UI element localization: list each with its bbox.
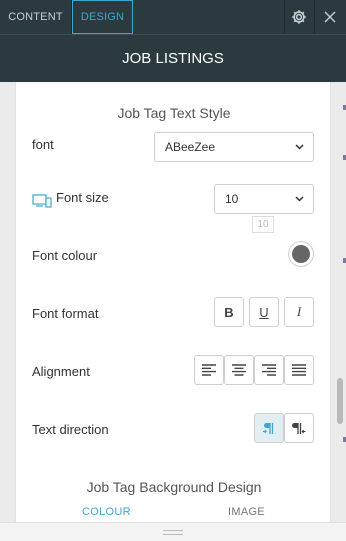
section-title-background: Job Tag Background Design [86, 479, 262, 495]
align-center-button[interactable] [224, 355, 254, 385]
panel-title: JOB LISTINGS [0, 34, 346, 82]
align-center-icon [232, 364, 246, 376]
resize-handle[interactable] [0, 522, 346, 541]
ltr-icon [263, 422, 274, 434]
top-bar: CONTENT DESIGN [0, 0, 346, 34]
grip-icon [163, 529, 183, 535]
alignment-group [194, 355, 314, 385]
font-size-select[interactable]: 10 [214, 184, 314, 214]
subtab-colour[interactable]: COLOUR [82, 506, 131, 518]
scrollbar-thumb[interactable] [337, 378, 343, 424]
bold-icon: B [224, 304, 234, 320]
colour-dot [292, 245, 310, 263]
settings-button[interactable] [284, 0, 314, 34]
font-format-label: Font format [32, 306, 99, 321]
align-right-icon [262, 364, 276, 376]
bold-button[interactable]: B [214, 297, 244, 327]
font-size-tooltip: 10 [252, 216, 274, 233]
gear-icon [292, 10, 306, 24]
font-select-value: ABeeZee [165, 140, 216, 154]
close-button[interactable] [315, 0, 345, 34]
font-size-value: 10 [225, 192, 239, 206]
chevron-down-icon [295, 133, 304, 161]
section-title-text-style: Job Tag Text Style [117, 105, 231, 121]
rtl-button[interactable] [284, 413, 314, 443]
font-colour-label: Font colour [32, 248, 98, 263]
settings-card: Job Tag Text Style font ABeeZee Font siz… [15, 82, 331, 522]
font-label: font [32, 137, 54, 152]
align-justify-button[interactable] [284, 355, 314, 385]
tab-design[interactable]: DESIGN [72, 0, 133, 34]
alignment-label: Alignment [32, 364, 90, 379]
align-right-button[interactable] [254, 355, 284, 385]
font-size-label: Font size [56, 190, 109, 205]
text-direction-label: Text direction [32, 422, 109, 437]
rtl-icon [292, 422, 306, 434]
italic-icon: I [296, 304, 302, 319]
font-select[interactable]: ABeeZee [154, 132, 314, 162]
align-justify-icon [292, 364, 306, 376]
subtab-image[interactable]: IMAGE [228, 506, 265, 518]
tab-content[interactable]: CONTENT [0, 0, 71, 34]
ltr-button[interactable] [254, 413, 284, 443]
scrollbar-track[interactable] [336, 82, 346, 541]
text-direction-group [254, 413, 314, 443]
chevron-down-icon [295, 185, 304, 213]
close-icon [324, 11, 336, 23]
underline-button[interactable]: U [249, 297, 279, 327]
devices-icon [32, 194, 52, 213]
align-left-icon [202, 364, 216, 376]
align-left-button[interactable] [194, 355, 224, 385]
underline-icon: U [259, 304, 269, 320]
font-colour-swatch[interactable] [288, 241, 314, 267]
italic-button[interactable]: I [284, 297, 314, 327]
